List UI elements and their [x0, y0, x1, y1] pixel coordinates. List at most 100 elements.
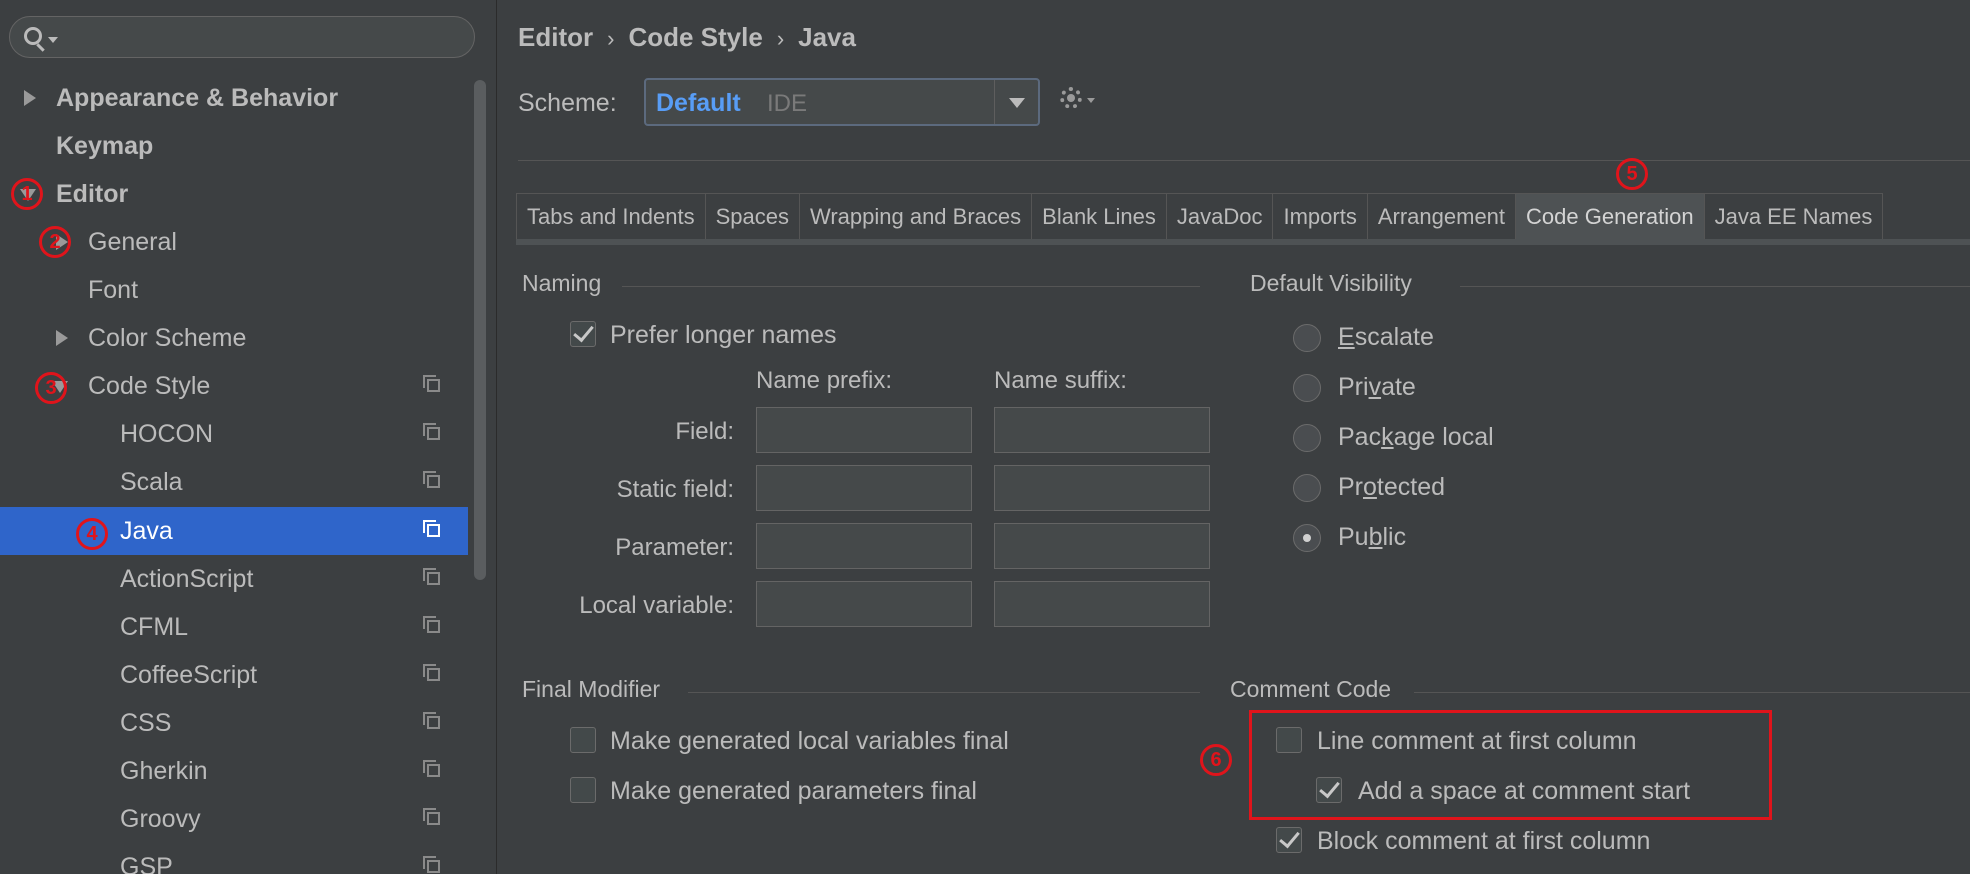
- tab-imports[interactable]: Imports: [1272, 193, 1368, 239]
- breadcrumb-separator: ›: [607, 26, 615, 51]
- tree-item-code-style[interactable]: Code Style: [0, 362, 468, 410]
- add-space-comment-start-label: Add a space at comment start: [1358, 777, 1691, 805]
- tree-item-editor[interactable]: Editor: [0, 170, 468, 218]
- prefer-longer-names-label: Prefer longer names: [610, 321, 837, 349]
- tree-item-keymap[interactable]: Keymap: [0, 122, 468, 170]
- section-divider: [688, 692, 1200, 693]
- breadcrumb-separator: ›: [776, 26, 785, 51]
- protected-radio[interactable]: [1293, 474, 1321, 502]
- tree-item-gherkin[interactable]: Gherkin: [0, 747, 468, 795]
- block-comment-first-column-label: Block comment at first column: [1317, 827, 1651, 855]
- scheme-select[interactable]: Default IDE: [644, 78, 1040, 126]
- default-visibility-title: Default Visibility: [1250, 270, 1412, 296]
- gear-icon[interactable]: [1060, 87, 1082, 109]
- copy-settings-icon: [423, 664, 440, 681]
- escalate-radio[interactable]: [1293, 324, 1321, 352]
- tree-item-label: CoffeeScript: [120, 661, 258, 689]
- tree-item-label: CSS: [120, 709, 172, 737]
- private-radio[interactable]: [1293, 374, 1321, 402]
- tree-item-font[interactable]: Font: [0, 266, 468, 314]
- add-space-comment-start-checkbox[interactable]: [1316, 777, 1342, 803]
- tree-item-label: General: [88, 228, 177, 256]
- scheme-dropdown-button[interactable]: [994, 80, 1038, 124]
- tree-item-java[interactable]: Java: [0, 507, 468, 555]
- package-local-radio[interactable]: [1293, 424, 1321, 452]
- search-icon: [24, 27, 42, 45]
- tree-item-cfml[interactable]: CFML: [0, 603, 468, 651]
- static-field-prefix-input[interactable]: [756, 465, 972, 511]
- field-prefix-input[interactable]: [756, 407, 972, 453]
- final-modifier-title: Final Modifier: [522, 676, 661, 702]
- settings-sidebar: Appearance & Behavior Keymap Editor Gene…: [0, 0, 497, 874]
- static-field-label: Static field:: [616, 476, 734, 503]
- parameter-prefix-input[interactable]: [756, 523, 972, 569]
- gear-dropdown-icon[interactable]: [1087, 98, 1095, 103]
- tree-item-hocon[interactable]: HOCON: [0, 410, 468, 458]
- tree-item-coffeescript[interactable]: CoffeeScript: [0, 651, 468, 699]
- copy-settings-icon: [423, 520, 440, 537]
- tree-item-label: Groovy: [120, 805, 201, 833]
- scheme-label: Scheme:: [518, 89, 617, 117]
- name-prefix-header: Name prefix:: [756, 367, 893, 394]
- copy-settings-icon: [423, 760, 440, 777]
- tab-tabs-and-indents[interactable]: Tabs and Indents: [516, 193, 706, 239]
- public-radio[interactable]: [1293, 524, 1321, 552]
- annotation-marker-6: 6: [1200, 744, 1232, 776]
- breadcrumb-code-style[interactable]: Code Style: [628, 22, 762, 52]
- final-parameters-checkbox[interactable]: [570, 777, 596, 803]
- tree-item-label: GSP: [120, 853, 173, 874]
- section-divider: [1460, 286, 1970, 287]
- tree-item-label: HOCON: [120, 420, 214, 448]
- tree-item-color-scheme[interactable]: Color Scheme: [0, 314, 468, 362]
- public-label: Public: [1338, 523, 1407, 551]
- tree-item-scala[interactable]: Scala: [0, 458, 468, 506]
- field-suffix-input[interactable]: [994, 407, 1210, 453]
- breadcrumb-editor[interactable]: Editor: [518, 22, 593, 52]
- tab-code-generation[interactable]: Code Generation: [1515, 193, 1705, 239]
- copy-settings-icon: [423, 423, 440, 440]
- search-field[interactable]: [9, 16, 475, 58]
- parameter-suffix-input[interactable]: [994, 523, 1210, 569]
- tab-spaces[interactable]: Spaces: [704, 193, 800, 239]
- tree-item-label: Color Scheme: [88, 324, 247, 352]
- tree-item-label: Keymap: [56, 132, 154, 160]
- tab-blank-lines[interactable]: Blank Lines: [1031, 193, 1167, 239]
- scheme-name: Default: [656, 89, 741, 117]
- section-divider: [622, 286, 1200, 287]
- tab-arrangement[interactable]: Arrangement: [1366, 193, 1517, 239]
- final-local-variables-checkbox[interactable]: [570, 727, 596, 753]
- local-variable-prefix-input[interactable]: [756, 581, 972, 627]
- static-field-suffix-input[interactable]: [994, 465, 1210, 511]
- tree-item-groovy[interactable]: Groovy: [0, 795, 468, 843]
- tree-item-label: Editor: [56, 180, 129, 208]
- tree-item-appearance-behavior[interactable]: Appearance & Behavior: [0, 74, 468, 122]
- block-comment-first-column-checkbox[interactable]: [1276, 827, 1302, 853]
- sidebar-scrollbar[interactable]: [474, 80, 486, 580]
- copy-settings-icon: [423, 712, 440, 729]
- tab-java-ee-names[interactable]: Java EE Names: [1703, 193, 1884, 239]
- copy-settings-icon: [423, 808, 440, 825]
- tree-item-actionscript[interactable]: ActionScript: [0, 555, 468, 603]
- tab-wrapping-and-braces[interactable]: Wrapping and Braces: [798, 193, 1033, 239]
- prefer-longer-names-checkbox[interactable]: [570, 321, 596, 347]
- line-comment-first-column-checkbox[interactable]: [1276, 727, 1302, 753]
- line-comment-first-column-label: Line comment at first column: [1317, 727, 1637, 755]
- parameter-label: Parameter:: [615, 534, 734, 561]
- breadcrumb-java: Java: [798, 22, 856, 52]
- tab-underline: [516, 239, 1970, 245]
- copy-settings-icon: [423, 856, 440, 873]
- package-local-label: Package local: [1338, 423, 1494, 451]
- tree-item-css[interactable]: CSS: [0, 699, 468, 747]
- section-divider: [1414, 692, 1970, 693]
- search-history-dropdown-icon[interactable]: [48, 37, 58, 43]
- expand-arrow-icon[interactable]: [56, 330, 68, 346]
- divider: [518, 160, 1970, 161]
- annotation-marker-4: 4: [76, 518, 108, 550]
- tree-item-label: CFML: [120, 613, 189, 641]
- local-variable-suffix-input[interactable]: [994, 581, 1210, 627]
- annotation-marker-5: 5: [1616, 158, 1648, 190]
- tab-javadoc[interactable]: JavaDoc: [1165, 193, 1274, 239]
- protected-label: Protected: [1338, 473, 1446, 501]
- tree-item-gsp[interactable]: GSP: [0, 843, 468, 874]
- expand-arrow-icon[interactable]: [24, 90, 36, 106]
